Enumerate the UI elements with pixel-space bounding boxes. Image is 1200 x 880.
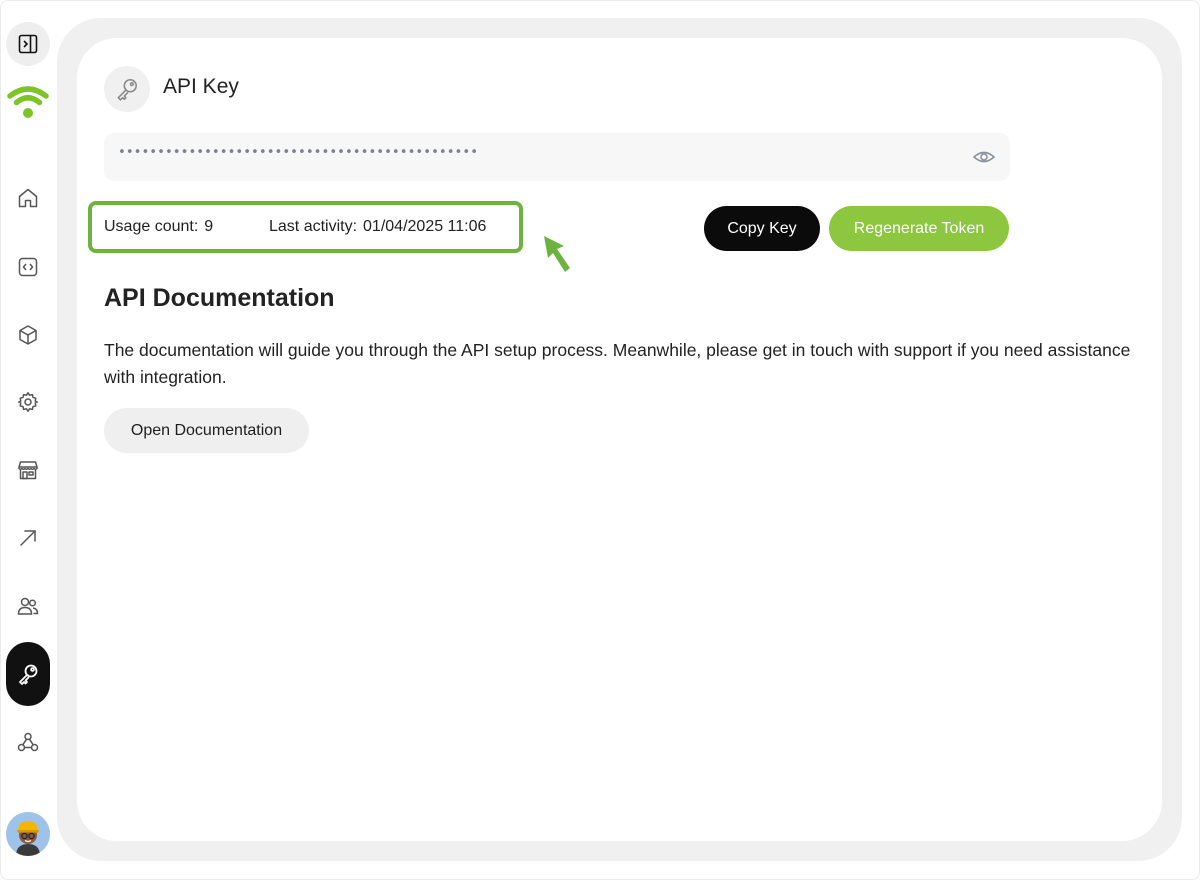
sidebar-item-settings[interactable] <box>6 380 50 424</box>
api-key-field[interactable]: ••••••••••••••••••••••••••••••••••••••••… <box>104 133 1010 181</box>
open-documentation-button[interactable]: Open Documentation <box>104 408 309 453</box>
page-title: API Key <box>163 75 239 98</box>
eye-icon <box>972 151 996 163</box>
sidebar <box>0 0 56 880</box>
page-icon <box>104 66 150 112</box>
gear-icon <box>18 392 38 412</box>
home-icon <box>18 188 38 208</box>
store-icon <box>18 461 38 480</box>
panel-toggle-icon <box>18 34 38 54</box>
regenerate-token-button[interactable]: Regenerate Token <box>829 206 1009 251</box>
copy-key-button[interactable]: Copy Key <box>704 206 820 251</box>
key-icon <box>117 79 137 101</box>
sidebar-item-store[interactable] <box>6 448 50 492</box>
api-key-masked-value: ••••••••••••••••••••••••••••••••••••••••… <box>118 145 478 160</box>
documentation-title: API Documentation <box>104 284 335 312</box>
webhook-icon <box>17 732 39 752</box>
last-activity-value: 01/04/2025 11:06 <box>363 218 487 235</box>
code-icon <box>18 257 38 277</box>
user-avatar[interactable] <box>6 812 50 856</box>
cube-icon <box>19 325 37 345</box>
sidebar-item-code[interactable] <box>6 245 50 289</box>
sidebar-toggle-button[interactable] <box>6 22 50 66</box>
sidebar-item-analytics[interactable] <box>6 516 50 560</box>
arrow-up-right-icon <box>20 530 36 546</box>
sidebar-item-users[interactable] <box>6 584 50 628</box>
usage-count-label: Usage count: <box>104 218 199 235</box>
usage-count: Usage count: 9 <box>104 218 213 236</box>
last-activity-label: Last activity: <box>269 218 358 235</box>
last-activity: Last activity: 01/04/2025 11:06 <box>269 218 486 236</box>
annotation-arrow-icon <box>544 236 570 272</box>
brand-logo[interactable] <box>6 80 50 124</box>
sidebar-item-api-key[interactable] <box>6 642 50 706</box>
sidebar-item-home[interactable] <box>6 176 50 220</box>
sidebar-item-webhooks[interactable] <box>6 720 50 764</box>
documentation-description: The documentation will guide you through… <box>104 340 1131 387</box>
users-icon <box>17 597 39 615</box>
usage-count-value: 9 <box>204 218 214 235</box>
wifi-logo-icon <box>7 86 49 118</box>
toggle-visibility-button[interactable] <box>970 143 998 171</box>
avatar-icon <box>6 812 50 856</box>
key-icon <box>19 664 38 685</box>
sidebar-item-products[interactable] <box>6 313 50 357</box>
